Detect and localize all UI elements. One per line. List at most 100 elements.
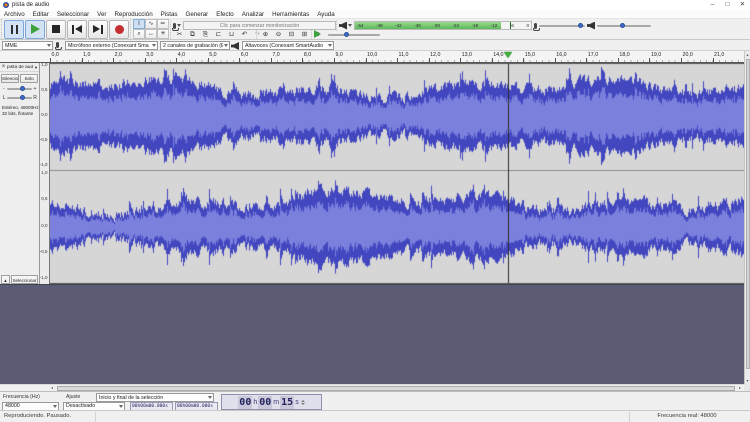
track-menu-arrow-icon[interactable]: ▼ bbox=[34, 65, 39, 70]
recording-volume-slider[interactable] bbox=[539, 22, 585, 28]
ruler-label: 1,0 bbox=[41, 170, 48, 175]
mute-button[interactable]: Silencio bbox=[1, 74, 20, 83]
zoom-in-button[interactable]: ⊕ bbox=[259, 29, 272, 40]
dropdown-arrow-icon[interactable] bbox=[177, 24, 181, 27]
slider-thumb[interactable] bbox=[19, 86, 25, 91]
play-meter-bar[interactable]: -54 -48 -42 -36 -30 -24 -18 -12 -6 0 bbox=[354, 21, 532, 30]
slider-thumb[interactable] bbox=[19, 95, 25, 100]
timeshift-tool-button[interactable]: ↔ bbox=[145, 29, 157, 39]
menu-seleccionar[interactable]: Seleccionar bbox=[53, 10, 93, 19]
menu-analizar[interactable]: Analizar bbox=[238, 10, 268, 19]
timeline-tick bbox=[113, 58, 115, 62]
position-minutes[interactable]: 00 bbox=[258, 395, 273, 409]
zoom-out-button[interactable]: ⊖ bbox=[272, 29, 285, 40]
zoom-tool-button[interactable]: ⌕ bbox=[133, 29, 145, 39]
selection-tool-button[interactable]: I bbox=[133, 19, 145, 29]
audio-host-select[interactable]: MME bbox=[2, 41, 53, 50]
status-bar: Reproduciendo. Pausado. Frecuencia real:… bbox=[0, 410, 750, 422]
timeline-tick bbox=[523, 58, 525, 62]
vertical-scroll-thumb[interactable] bbox=[745, 59, 750, 369]
timeline-tick bbox=[491, 58, 493, 62]
stop-button[interactable] bbox=[46, 19, 66, 39]
slider-thumb[interactable] bbox=[343, 31, 349, 37]
cut-button[interactable]: ✂ bbox=[173, 29, 186, 40]
dropdown-arrow-icon[interactable] bbox=[348, 24, 352, 27]
envelope-tool-button[interactable]: ∿ bbox=[145, 19, 157, 29]
dropdown-arrow-icon bbox=[53, 404, 57, 408]
pan-right-label: R bbox=[33, 95, 37, 101]
skip-start-button[interactable] bbox=[67, 19, 87, 39]
multi-tool-button[interactable]: ✳ bbox=[157, 29, 169, 39]
position-hours[interactable]: 00 bbox=[238, 395, 253, 409]
play-at-speed-button[interactable] bbox=[311, 29, 321, 39]
menu-pistas[interactable]: Pistas bbox=[157, 10, 182, 19]
menu-efecto[interactable]: Efecto bbox=[212, 10, 238, 19]
recording-channels-select[interactable]: 2 canales de grabación (Esté bbox=[160, 41, 230, 50]
meter-scale-label: -12 bbox=[490, 23, 498, 28]
slider-thumb[interactable] bbox=[578, 22, 584, 28]
zoom-project-button[interactable]: ⊞ bbox=[298, 29, 311, 40]
menu-herramientas[interactable]: Herramientas bbox=[268, 10, 313, 19]
recording-device-select[interactable]: Micrófono externo (Conexant Sma bbox=[65, 41, 158, 50]
record-button[interactable] bbox=[109, 19, 129, 39]
scroll-down-icon[interactable]: ▾ bbox=[745, 377, 750, 384]
menu-editar[interactable]: Editar bbox=[29, 10, 53, 19]
playback-volume-slider[interactable] bbox=[597, 22, 651, 28]
skip-end-button[interactable] bbox=[88, 19, 108, 39]
slider-thumb[interactable] bbox=[619, 22, 625, 28]
track-gain-slider[interactable] bbox=[7, 86, 32, 91]
pause-button[interactable] bbox=[4, 19, 24, 39]
track-pan-slider[interactable] bbox=[7, 95, 32, 100]
seconds-unit: s bbox=[295, 398, 299, 406]
vertical-scale-ruler[interactable]: 1,0 0,5 0,0 -0,5 -1,0 1,0 0,5 0,0 -0,5 -1,0 bbox=[40, 62, 50, 285]
horizontal-scrollbar[interactable]: ◂ ▸ bbox=[0, 384, 744, 391]
solo-button[interactable]: Solo bbox=[20, 74, 38, 83]
copy-button[interactable]: ⧉ bbox=[186, 29, 199, 40]
silence-audio-button[interactable]: ⊔ bbox=[225, 29, 238, 40]
timeline-tick bbox=[617, 58, 619, 62]
track-collapse-button[interactable]: ▲ bbox=[1, 275, 10, 284]
scroll-up-icon[interactable]: ▴ bbox=[745, 51, 750, 58]
timeline-ruler[interactable]: 0,0 1,0 2,0 3,0 4,0 5,0 6,0 7,0 8,0 9,0 10,0 11,0 12… bbox=[0, 51, 744, 63]
time-spinner[interactable] bbox=[300, 399, 305, 405]
menu-ayuda[interactable]: Ayuda bbox=[313, 10, 338, 19]
menu-generar[interactable]: Generar bbox=[182, 10, 213, 19]
trim-audio-button[interactable]: ⊏ bbox=[212, 29, 225, 40]
skip-end-icon bbox=[93, 24, 103, 34]
maximize-button[interactable]: □ bbox=[720, 0, 735, 10]
audio-position-display[interactable]: 00 h 00 m 15 s bbox=[221, 394, 322, 410]
selection-toolbar: Frecuencia (Hz) Ajuste Inicio y final de… bbox=[0, 391, 750, 411]
position-seconds[interactable]: 15 bbox=[280, 395, 295, 409]
minutes-unit: m bbox=[273, 398, 280, 406]
track-bottom-controls: ▲ Seleccionar bbox=[0, 275, 39, 284]
play-button[interactable] bbox=[25, 19, 45, 39]
dropdown-arrow-icon bbox=[47, 44, 51, 47]
undo-button[interactable]: ↶ bbox=[238, 29, 251, 40]
meter-scale-label: -48 bbox=[376, 23, 383, 28]
play-speed-slider[interactable] bbox=[328, 31, 380, 37]
draw-tool-button[interactable]: ✏ bbox=[157, 19, 169, 29]
silence-audio-icon: ⊔ bbox=[228, 30, 235, 38]
track-close-icon[interactable]: × bbox=[0, 64, 7, 70]
timeline-tick bbox=[144, 58, 146, 62]
waveform-canvas[interactable] bbox=[50, 63, 744, 285]
track-title[interactable]: pista de aud bbox=[7, 65, 34, 70]
playback-meter[interactable]: -54 -48 -42 -36 -30 -24 -18 -12 -6 0 bbox=[336, 20, 532, 31]
horizontal-scroll-thumb[interactable] bbox=[57, 385, 735, 391]
snap-label: Ajuste bbox=[66, 394, 81, 400]
track-select-button[interactable]: Seleccionar bbox=[11, 275, 38, 284]
menu-archivo[interactable]: Archivo bbox=[0, 10, 29, 19]
vertical-scrollbar[interactable]: ▴ ▾ bbox=[744, 51, 750, 384]
timeline-label: 0,0 bbox=[51, 52, 59, 58]
timeline-label: 4,0 bbox=[177, 52, 186, 58]
minimize-button[interactable]: – bbox=[705, 0, 720, 10]
menu-ver[interactable]: Ver bbox=[93, 10, 110, 19]
paste-button[interactable]: ⎘ bbox=[199, 29, 212, 40]
playhead-marker-icon[interactable] bbox=[504, 52, 512, 58]
menu-reproduccin[interactable]: Reproducción bbox=[110, 10, 156, 19]
timeshift-tool-icon: ↔ bbox=[148, 31, 154, 37]
playback-device-select[interactable]: Altavoces (Conexant SmartAudio bbox=[242, 41, 334, 50]
close-button[interactable]: ✕ bbox=[735, 0, 750, 10]
zoom-selection-button[interactable]: ⊟ bbox=[285, 29, 298, 40]
status-separator bbox=[95, 412, 96, 422]
